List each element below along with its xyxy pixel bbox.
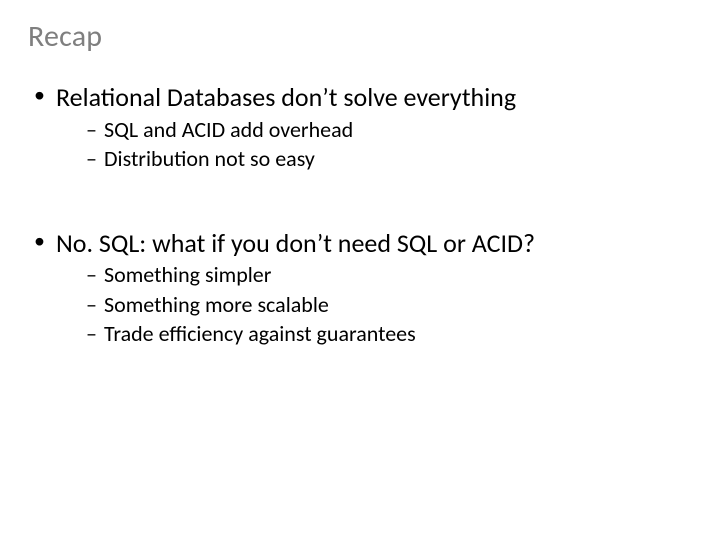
sub-bullet-item: Something simpler [86, 261, 692, 289]
bullet-list: No. SQL: what if you don’t need SQL or A… [28, 227, 692, 348]
slide-title: Recap [28, 18, 692, 55]
sub-bullet-text: SQL and ACID add overhead [104, 116, 353, 143]
sub-bullet-text: Trade efficiency against guarantees [104, 320, 416, 347]
bullet-item: No. SQL: what if you don’t need SQL or A… [34, 227, 692, 348]
sub-bullet-item: Trade efficiency against guarantees [86, 320, 692, 348]
sub-bullet-item: Something more scalable [86, 291, 692, 319]
slide: Recap Relational Databases don’t solve e… [0, 0, 720, 540]
sub-bullet-text: Something more scalable [104, 291, 329, 318]
bullet-text: No. SQL: what if you don’t need SQL or A… [56, 227, 535, 259]
bullet-list: Relational Databases don’t solve everyth… [28, 81, 692, 173]
sub-bullet-item: SQL and ACID add overhead [86, 116, 692, 144]
bullet-text: Relational Databases don’t solve everyth… [56, 81, 516, 113]
sub-bullet-text: Something simpler [104, 261, 271, 288]
bullet-item: Relational Databases don’t solve everyth… [34, 81, 692, 173]
sub-bullet-list: Something simpler Something more scalabl… [56, 261, 692, 348]
spacer [28, 179, 692, 227]
sub-bullet-list: SQL and ACID add overhead Distribution n… [56, 116, 692, 173]
sub-bullet-text: Distribution not so easy [104, 145, 315, 172]
sub-bullet-item: Distribution not so easy [86, 145, 692, 173]
